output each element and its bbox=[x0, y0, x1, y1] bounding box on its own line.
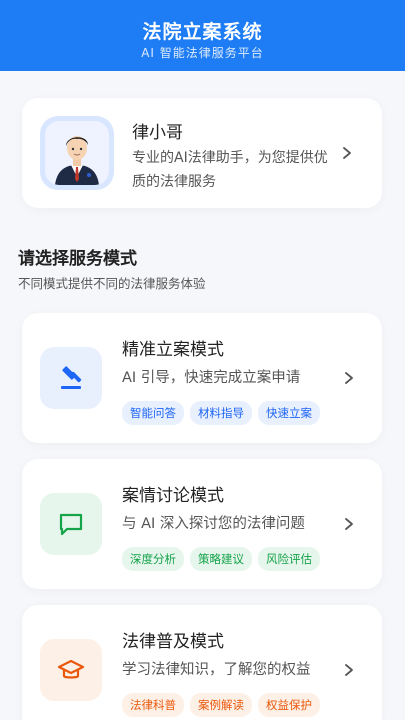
section-title: 请选择服务模式 bbox=[18, 249, 137, 269]
chevron-right-icon bbox=[340, 146, 354, 160]
mode-card-education[interactable]: 法律普及模式 学习法律知识，了解您的权益 法律科普 案例解读 权益保护 bbox=[22, 605, 382, 720]
chevron-right-icon bbox=[342, 663, 356, 677]
mode-description: 与 AI 深入探讨您的法律问题 bbox=[122, 516, 305, 532]
tag-list: 智能问答 材料指导 快速立案 bbox=[122, 401, 320, 425]
tag: 权益保护 bbox=[258, 693, 320, 717]
section-subtitle: 不同模式提供不同的法律服务体验 bbox=[18, 276, 206, 291]
mode-title: 法律普及模式 bbox=[122, 632, 224, 652]
tag-list: 深度分析 策略建议 风险评估 bbox=[122, 547, 320, 571]
assistant-description: 专业的AI法律助手，为您提供优质的法律服务 bbox=[132, 150, 328, 190]
chevron-right-icon bbox=[342, 517, 356, 531]
assistant-name: 律小哥 bbox=[132, 123, 183, 143]
tag: 快速立案 bbox=[258, 401, 320, 425]
mode-description: AI 引导，快速完成立案申请 bbox=[122, 370, 301, 386]
mode-title: 案情讨论模式 bbox=[122, 486, 224, 506]
tag: 智能问答 bbox=[122, 401, 184, 425]
assistant-card[interactable]: 律小哥 专业的AI法律助手，为您提供优质的法律服务 bbox=[22, 98, 382, 208]
tag-list: 法律科普 案例解读 权益保护 bbox=[122, 693, 320, 717]
mode-description: 学习法律知识，了解您的权益 bbox=[122, 662, 311, 678]
tag: 风险评估 bbox=[258, 547, 320, 571]
gavel-icon bbox=[40, 347, 102, 409]
tag: 策略建议 bbox=[190, 547, 252, 571]
tag: 法律科普 bbox=[122, 693, 184, 717]
tag: 深度分析 bbox=[122, 547, 184, 571]
avatar bbox=[40, 116, 114, 190]
graduation-cap-icon bbox=[40, 639, 102, 701]
chat-icon bbox=[40, 493, 102, 555]
chevron-right-icon bbox=[342, 371, 356, 385]
mode-card-filing[interactable]: 精准立案模式 AI 引导，快速完成立案申请 智能问答 材料指导 快速立案 bbox=[22, 313, 382, 443]
app-title: 法院立案系统 bbox=[142, 21, 263, 43]
mode-card-discussion[interactable]: 案情讨论模式 与 AI 深入探讨您的法律问题 深度分析 策略建议 风险评估 bbox=[22, 459, 382, 589]
lawyer-avatar-icon bbox=[45, 121, 109, 185]
app-subtitle: AI 智能法律服务平台 bbox=[141, 46, 264, 60]
app-header: 法院立案系统 AI 智能法律服务平台 bbox=[0, 0, 405, 71]
tag: 案例解读 bbox=[190, 693, 252, 717]
mode-title: 精准立案模式 bbox=[122, 340, 224, 360]
tag: 材料指导 bbox=[190, 401, 252, 425]
